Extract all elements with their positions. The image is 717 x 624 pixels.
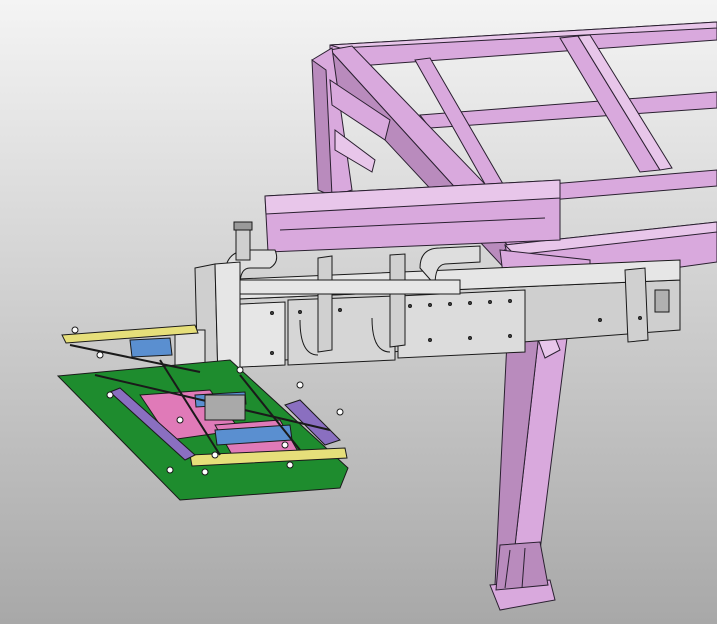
servo-motor-cap: [233, 221, 253, 231]
gantry-plate-3: [397, 289, 526, 359]
hanger-right: [624, 267, 649, 343]
cad-viewport[interactable]: [0, 0, 717, 624]
servo-motor-vertical: [235, 227, 251, 261]
assembly-drawing: [0, 0, 717, 624]
gantry-plate-2: [287, 295, 396, 366]
servo-motor-horizontal: [654, 289, 670, 313]
blue-beam-1: [129, 337, 173, 358]
gripper-hub: [204, 394, 246, 421]
hanger-mid: [389, 253, 406, 348]
cable-chain-run: [239, 279, 461, 295]
hanger-left: [317, 255, 333, 353]
